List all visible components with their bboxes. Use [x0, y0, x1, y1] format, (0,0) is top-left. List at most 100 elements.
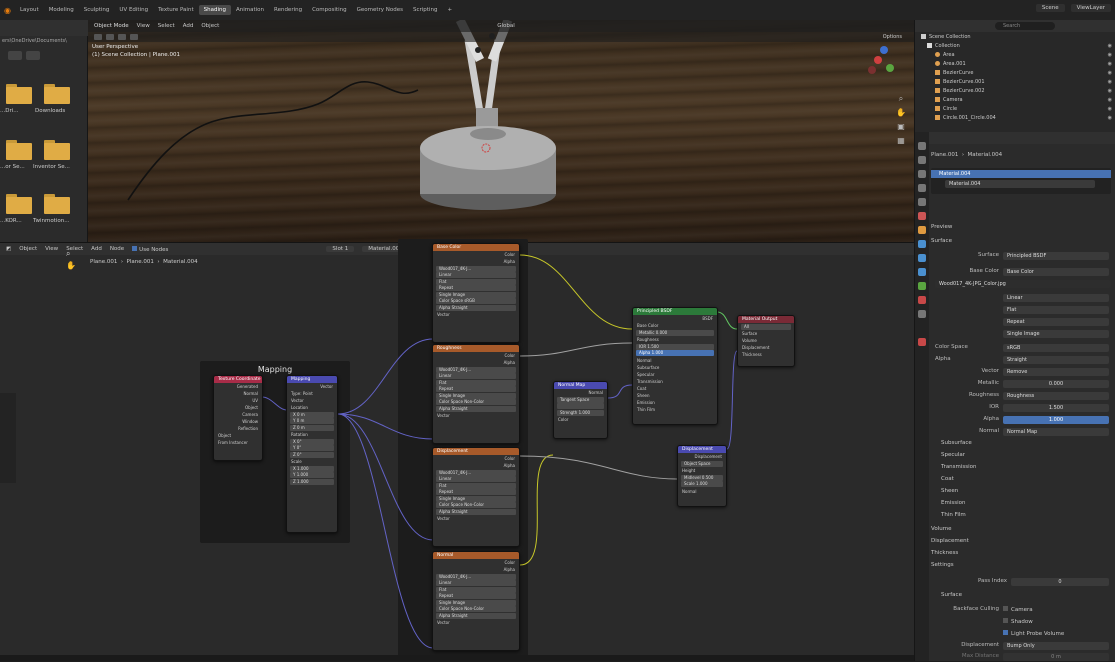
scene-selector[interactable]: Scene: [1035, 4, 1065, 12]
rotation-z-field[interactable]: Z 0°: [290, 451, 334, 458]
view-layer-tab-icon[interactable]: [918, 184, 926, 192]
projection-dropdown[interactable]: Flat: [436, 278, 516, 285]
extension-dropdown[interactable]: Repeat: [436, 593, 516, 599]
menu-view[interactable]: View: [45, 246, 58, 252]
panel-coat[interactable]: Coat: [633, 385, 717, 392]
interpolation-dropdown[interactable]: Linear: [436, 373, 516, 379]
transform-orientation-dropdown[interactable]: Global: [497, 23, 515, 29]
tab-animation[interactable]: Animation: [231, 5, 269, 15]
source-dropdown[interactable]: Single Image: [436, 291, 516, 298]
shader-editor[interactable]: ◩ Object View Select Add Node Use Nodes …: [0, 239, 914, 662]
folder-icon[interactable]: [6, 194, 32, 214]
eye-icon[interactable]: ◉: [1108, 106, 1112, 112]
alpha-dropdown[interactable]: Alpha Straight: [436, 304, 516, 311]
view-mode-button[interactable]: [8, 51, 22, 60]
interpolation-dropdown[interactable]: Linear: [436, 476, 516, 482]
tab-rendering[interactable]: Rendering: [269, 5, 307, 15]
gizmo-z-axis-icon[interactable]: [880, 46, 888, 54]
object-dropdown[interactable]: Object: [19, 246, 37, 252]
color-space-dropdown[interactable]: Color Space Non-Color: [436, 399, 516, 405]
folder-icon[interactable]: [6, 84, 32, 104]
strength-field[interactable]: Strength 1.000: [557, 409, 604, 416]
gizmo-x-axis-icon[interactable]: [874, 56, 882, 64]
object-tab-icon[interactable]: [918, 226, 926, 234]
section-thickness[interactable]: Thickness: [931, 550, 1114, 559]
extension-dropdown[interactable]: Repeat: [436, 285, 516, 291]
section-preview[interactable]: Preview: [931, 224, 1114, 233]
panel-emission[interactable]: Emission: [633, 399, 717, 406]
projection-dropdown[interactable]: Flat: [1003, 306, 1109, 314]
material-tab-icon[interactable]: [918, 296, 926, 304]
section-settings-surface[interactable]: Surface: [931, 592, 1114, 601]
interpolation-dropdown[interactable]: Linear: [436, 580, 516, 586]
tab-geometry-nodes[interactable]: Geometry Nodes: [352, 5, 408, 15]
source-dropdown[interactable]: Single Image: [1003, 330, 1109, 338]
location-z-field[interactable]: Z 0 m: [290, 424, 334, 431]
image-selector[interactable]: Wood017_4K-J...: [436, 573, 516, 580]
shadow-checkbox[interactable]: Shadow: [1003, 618, 1103, 627]
image-texture-node-normal[interactable]: Normal Color Alpha Wood017_4K-J... Linea…: [432, 551, 520, 651]
interpolation-dropdown[interactable]: Linear: [1003, 294, 1109, 302]
metallic-field[interactable]: 0.000: [1003, 380, 1109, 388]
scale-y-field[interactable]: Y 1.000: [290, 472, 334, 478]
section-subsurface[interactable]: Subsurface: [931, 440, 1114, 449]
slot-dropdown[interactable]: Slot 1: [326, 246, 355, 252]
outliner-item[interactable]: Area.001 ◉: [915, 61, 1115, 69]
options-dropdown[interactable]: Options: [883, 34, 902, 40]
file-browser-path[interactable]: ers\OneDrive\Documents\: [0, 38, 88, 48]
menu-object[interactable]: Object: [201, 23, 219, 29]
node-header[interactable]: Texture Coordinate: [214, 376, 262, 383]
max-distance-field[interactable]: 0 m: [1003, 653, 1109, 661]
view-layer-selector[interactable]: ViewLayer: [1070, 4, 1111, 12]
outliner-scene-collection[interactable]: Scene Collection: [915, 34, 1115, 42]
image-selector[interactable]: Wood017_4K-J...: [436, 469, 516, 476]
menu-add[interactable]: Add: [183, 23, 194, 29]
editor-type-icon[interactable]: ◩: [6, 246, 11, 252]
color-space-dropdown[interactable]: Color Space sRGB: [436, 298, 516, 304]
box-tool-icon[interactable]: [106, 34, 114, 40]
outliner-item[interactable]: Area ◉: [915, 52, 1115, 60]
zoom-icon[interactable]: ⌕: [896, 94, 906, 104]
displacement-node[interactable]: Displacement Displacement Object Space H…: [677, 445, 727, 507]
image-selector[interactable]: Wood017_4K-J...: [436, 366, 516, 373]
ior-field[interactable]: IOR 1.500: [636, 343, 714, 350]
principled-bsdf-node[interactable]: Principled BSDF BSDF Base Color Metallic…: [632, 307, 718, 425]
light-probe-checkbox[interactable]: Light Probe Volume: [1003, 630, 1103, 639]
filter-button[interactable]: [26, 51, 40, 60]
panel-subsurface[interactable]: Subsurface: [633, 364, 717, 371]
scale-x-field[interactable]: X 1.000: [290, 465, 334, 472]
mapping-node[interactable]: Mapping Vector Type: Point Vector Locati…: [286, 375, 338, 533]
displacement-method-dropdown[interactable]: Bump Only: [1003, 642, 1109, 650]
physics-tab-icon[interactable]: [918, 268, 926, 276]
tab-modeling[interactable]: Modeling: [44, 5, 79, 15]
alpha-slider[interactable]: Alpha 1.000: [636, 350, 714, 356]
section-volume[interactable]: Volume: [931, 526, 1114, 535]
projection-dropdown[interactable]: Flat: [436, 379, 516, 386]
space-dropdown[interactable]: Object Space: [681, 460, 723, 467]
eye-icon[interactable]: ◉: [1108, 52, 1112, 58]
eye-icon[interactable]: ◉: [1108, 79, 1112, 85]
node-header[interactable]: Displacement: [433, 448, 519, 455]
image-texture-node-displacement[interactable]: Displacement Color Alpha Wood017_4K-J...…: [432, 447, 520, 547]
outliner-search[interactable]: Search: [995, 22, 1055, 30]
section-settings[interactable]: Settings: [931, 562, 1114, 571]
mapping-type[interactable]: Type: Point: [287, 390, 337, 397]
projection-dropdown[interactable]: Flat: [436, 482, 516, 489]
section-emission[interactable]: Emission: [931, 500, 1114, 509]
image-texture-node-roughness[interactable]: Roughness Color Alpha Wood017_4K-J... Li…: [432, 344, 520, 444]
material-selector[interactable]: Material.004: [945, 180, 1095, 188]
texture-coordinate-node[interactable]: Texture Coordinate Generated Normal UV O…: [213, 375, 263, 461]
pan-icon[interactable]: ✋: [896, 108, 906, 118]
lasso-tool-icon[interactable]: [130, 34, 138, 40]
section-specular[interactable]: Specular: [931, 452, 1114, 461]
section-sheen[interactable]: Sheen: [931, 488, 1114, 497]
eye-icon[interactable]: ◉: [1108, 43, 1112, 49]
node-header[interactable]: Normal: [433, 552, 519, 559]
add-workspace-icon[interactable]: +: [442, 5, 457, 15]
camera-checkbox[interactable]: Camera: [1003, 606, 1103, 615]
shader-fx-tab-icon[interactable]: [918, 338, 926, 346]
outliner-item[interactable]: Camera ◉: [915, 97, 1115, 105]
tab-scripting[interactable]: Scripting: [408, 5, 442, 15]
node-header[interactable]: Base Color: [433, 244, 519, 251]
panel-sheen[interactable]: Sheen: [633, 392, 717, 399]
